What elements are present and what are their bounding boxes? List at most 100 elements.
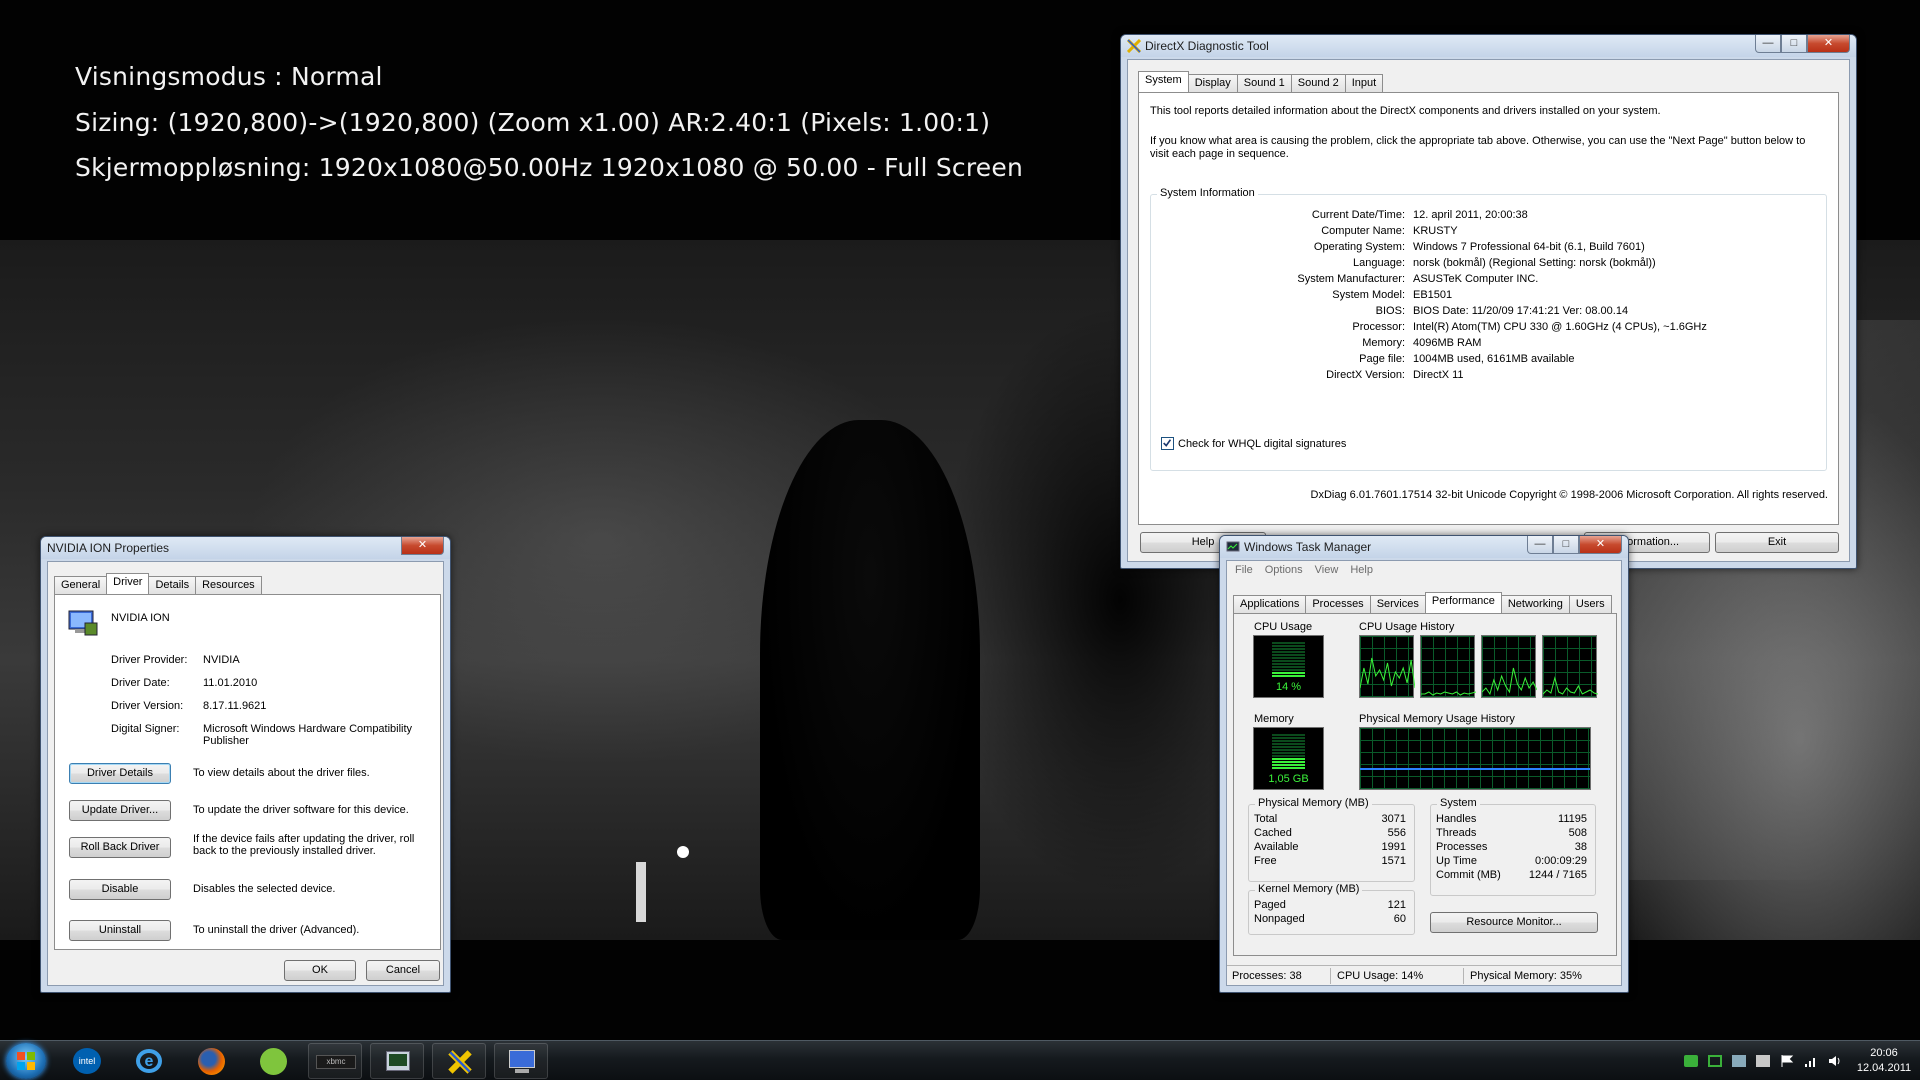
tab-driver[interactable]: Driver <box>106 573 150 594</box>
kernel-memory-group: Kernel Memory (MB) Paged 121 Nonpaged 60 <box>1248 883 1415 935</box>
cpu-usage-meter: 14 % <box>1253 635 1324 698</box>
sysinfo-label: Current Date/Time: <box>1311 209 1405 221</box>
menu-file[interactable]: File <box>1235 561 1253 579</box>
stat-label: Available <box>1254 841 1299 853</box>
firefox-icon[interactable] <box>184 1043 238 1079</box>
driver-info-label: Driver Provider: <box>111 654 188 666</box>
menu-options[interactable]: Options <box>1265 561 1303 579</box>
dxdiag-icon[interactable] <box>432 1043 486 1079</box>
osd-sizing: Sizing: (1920,800)->(1920,800) (Zoom x1.… <box>75 108 991 137</box>
taskmgr-titlebar[interactable]: Windows Task Manager — □ ✕ <box>1220 536 1628 558</box>
exit-button[interactable]: Exit <box>1715 532 1839 553</box>
memory-meter: 1,05 GB <box>1253 727 1324 790</box>
dxdiag-copyright: DxDiag 6.01.7601.17514 32-bit Unicode Co… <box>1310 489 1828 501</box>
tab-services[interactable]: Services <box>1369 595 1426 613</box>
update-driver-button[interactable]: Update Driver... <box>69 800 171 821</box>
clock[interactable]: 20:06 12.04.2011 <box>1852 1046 1916 1076</box>
menu-help[interactable]: Help <box>1350 561 1373 579</box>
meter-segment <box>1272 651 1305 653</box>
drive-status-icon[interactable] <box>1708 1055 1722 1067</box>
close-button[interactable]: ✕ <box>401 537 444 555</box>
ok-button[interactable]: OK <box>284 960 356 981</box>
device-name: NVIDIA ION <box>111 612 170 624</box>
stat-value: 3071 <box>1381 813 1406 825</box>
clock-date: 12.04.2011 <box>1856 1062 1912 1074</box>
close-button[interactable]: ✕ <box>1579 536 1622 554</box>
phys-memory-history-line <box>1360 768 1590 770</box>
tab-users[interactable]: Users <box>1568 595 1612 613</box>
whql-label[interactable]: Check for WHQL digital signatures <box>1178 438 1346 450</box>
cpu-core-history-graph <box>1359 635 1415 698</box>
internet-explorer-icon[interactable]: e <box>122 1043 176 1079</box>
tab-sound-1[interactable]: Sound 1 <box>1236 74 1292 92</box>
stat-value: 1991 <box>1381 841 1406 853</box>
close-button[interactable]: ✕ <box>1807 35 1850 53</box>
volume-icon[interactable] <box>1828 1055 1842 1067</box>
cpu-usage-title: CPU Usage <box>1254 621 1313 633</box>
roll-back-driver-description-cont: back to the previously installed driver. <box>193 845 376 857</box>
network-signal-icon[interactable] <box>1804 1055 1818 1067</box>
update-driver-description: To update the driver software for this d… <box>193 804 409 816</box>
sysinfo-value: norsk (bokmål) (Regional Setting: norsk … <box>1413 257 1656 269</box>
maximize-button[interactable]: □ <box>1781 35 1807 53</box>
meter-segment <box>1272 758 1305 760</box>
roll-back-driver-button[interactable]: Roll Back Driver <box>69 837 171 858</box>
tab-system[interactable]: System <box>1138 71 1189 92</box>
tab-applications[interactable]: Applications <box>1233 595 1307 613</box>
scene-light-dot <box>677 846 689 858</box>
sysinfo-value: 12. april 2011, 20:00:38 <box>1413 209 1528 221</box>
disable-button[interactable]: Disable <box>69 879 171 900</box>
taskmgr-statusbar: Processes: 38 CPU Usage: 14% Physical Me… <box>1227 965 1621 985</box>
whql-checkbox[interactable] <box>1161 437 1174 450</box>
driver-details-description: To view details about the driver files. <box>193 767 370 779</box>
tab-details[interactable]: Details <box>148 576 197 594</box>
dxdiag-titlebar[interactable]: DirectX Diagnostic Tool — □ ✕ <box>1121 35 1856 57</box>
tab-performance[interactable]: Performance <box>1424 592 1502 613</box>
spotify-icon[interactable] <box>246 1043 300 1079</box>
tab-resources[interactable]: Resources <box>195 576 262 594</box>
taskmgr-client: File Options View Help Applications Proc… <box>1226 560 1622 986</box>
menu-view[interactable]: View <box>1315 561 1339 579</box>
properties-tabs: General Driver Details Resources <box>54 573 262 594</box>
start-orb[interactable] <box>6 1043 46 1079</box>
action-center-flag-icon[interactable] <box>1780 1055 1794 1067</box>
minimize-button[interactable]: — <box>1527 536 1553 554</box>
maximize-button[interactable]: □ <box>1553 536 1579 554</box>
removable-device-icon[interactable] <box>1756 1055 1770 1067</box>
properties-titlebar[interactable]: NVIDIA ION Properties ✕ <box>41 537 450 559</box>
tab-general[interactable]: General <box>54 576 108 594</box>
tab-networking[interactable]: Networking <box>1500 595 1570 613</box>
display-tray-icon[interactable] <box>1732 1055 1746 1067</box>
dxdiag-intro-1: This tool reports detailed information a… <box>1150 105 1661 117</box>
cpu-history-line <box>1360 657 1415 689</box>
device-manager-icon[interactable] <box>494 1043 548 1079</box>
resource-monitor-button[interactable]: Resource Monitor... <box>1430 912 1598 933</box>
stat-label: Free <box>1254 855 1277 867</box>
sysinfo-label: BIOS: <box>1375 305 1405 317</box>
minimize-button[interactable]: — <box>1755 35 1781 53</box>
sysinfo-label: Memory: <box>1362 337 1405 349</box>
meter-segment <box>1272 737 1305 739</box>
checkmark-icon <box>1163 439 1172 447</box>
performance-panel: CPU Usage 14 % CPU Usage History Memory … <box>1233 613 1617 956</box>
status-cpu: CPU Usage: 14% <box>1337 970 1424 982</box>
scene-lamp <box>636 862 646 922</box>
cancel-button[interactable]: Cancel <box>366 960 440 981</box>
sysinfo-value: 4096MB RAM <box>1413 337 1482 349</box>
disable-description: Disables the selected device. <box>193 883 336 895</box>
intel-icon[interactable]: intel <box>60 1043 114 1079</box>
physical-memory-group: Physical Memory (MB) Total 3071 Cached 556 A… <box>1248 797 1415 882</box>
driver-details-button[interactable]: Driver Details <box>69 763 171 784</box>
meter-segment <box>1272 740 1305 742</box>
sysinfo-value: DirectX 11 <box>1413 369 1464 381</box>
task-manager-icon[interactable] <box>370 1043 424 1079</box>
tab-input[interactable]: Input <box>1344 74 1384 92</box>
tab-sound-2[interactable]: Sound 2 <box>1290 74 1346 92</box>
stat-value: 38 <box>1574 841 1587 853</box>
tab-processes[interactable]: Processes <box>1305 595 1371 613</box>
driver-info-value: NVIDIA <box>203 654 240 666</box>
tab-display[interactable]: Display <box>1187 74 1238 92</box>
network-status-icon[interactable] <box>1684 1055 1698 1067</box>
uninstall-button[interactable]: Uninstall <box>69 920 171 941</box>
xbmc-icon[interactable]: xbmc <box>308 1043 362 1079</box>
